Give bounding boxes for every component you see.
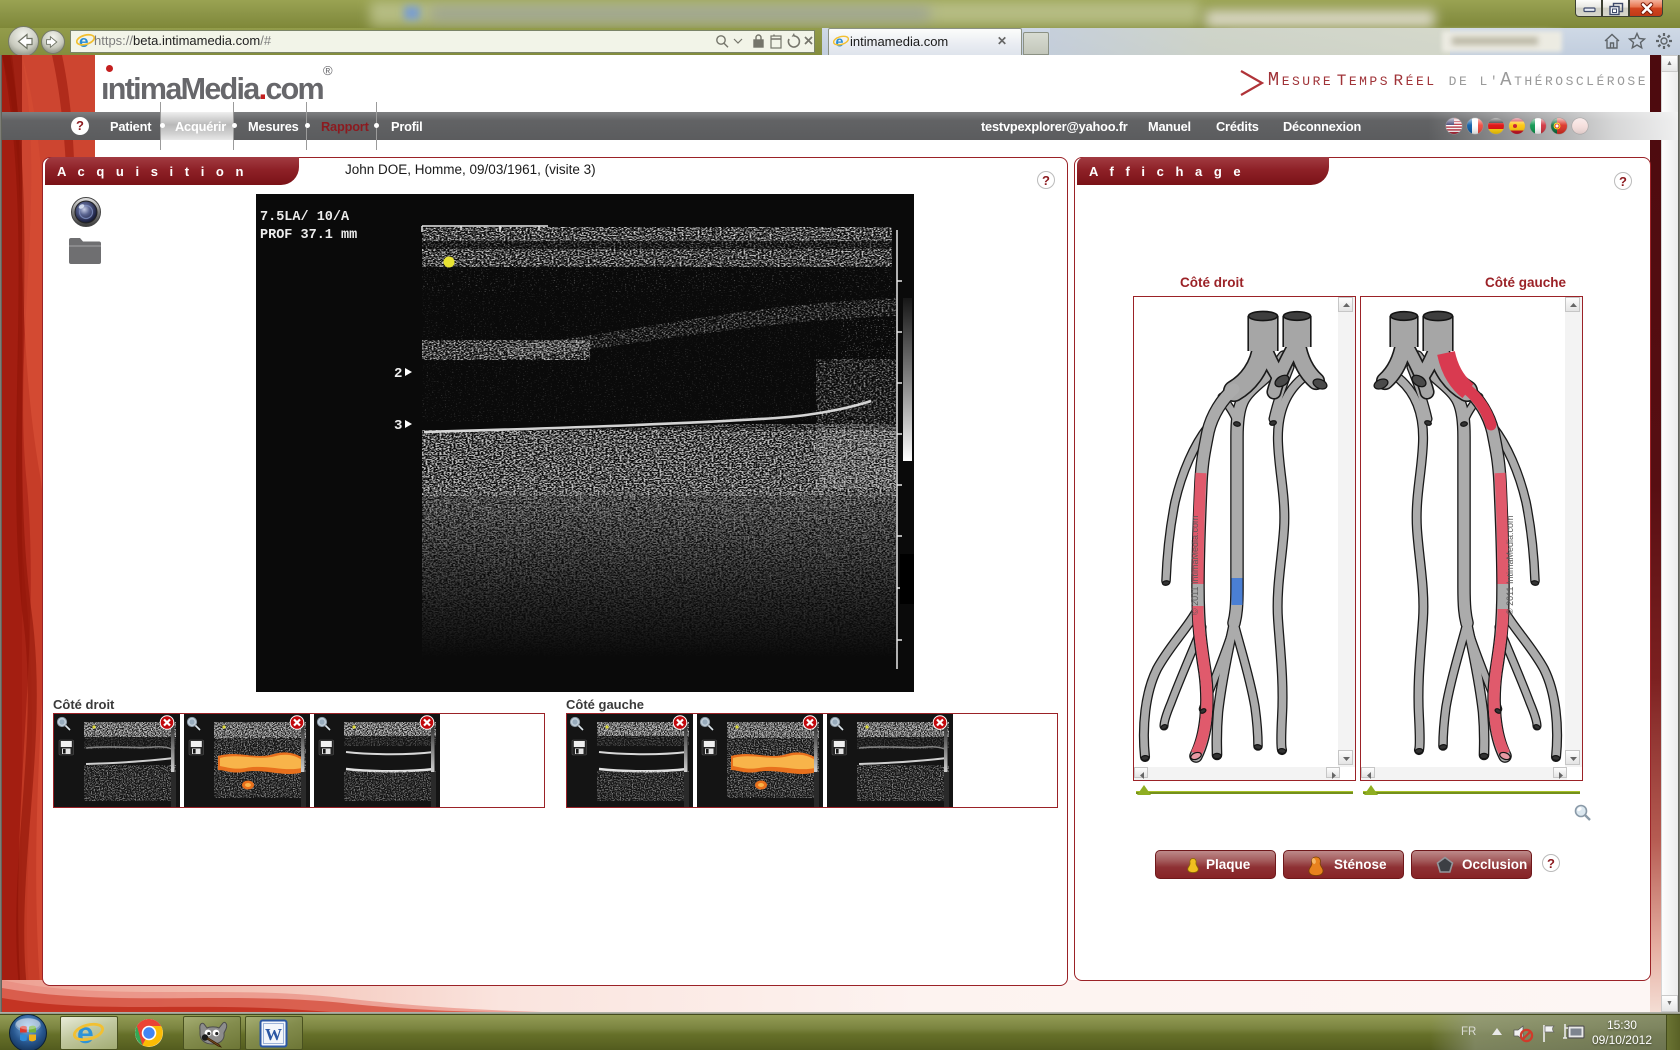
svg-text:e: e [77, 1017, 94, 1049]
svg-text:2: 2 [394, 366, 402, 382]
svg-text:3: 3 [394, 418, 402, 434]
svg-text:PROF 37.1 mm: PROF 37.1 mm [260, 228, 357, 243]
svg-text:© 2011 IntimaMedia.com: © 2011 IntimaMedia.com [1190, 515, 1200, 615]
svg-text:© 2011 IntimaMedia.com: © 2011 IntimaMedia.com [1505, 515, 1515, 615]
svg-text:7.5LA/ 10/A: 7.5LA/ 10/A [260, 210, 350, 225]
svg-text:W: W [265, 1025, 282, 1044]
